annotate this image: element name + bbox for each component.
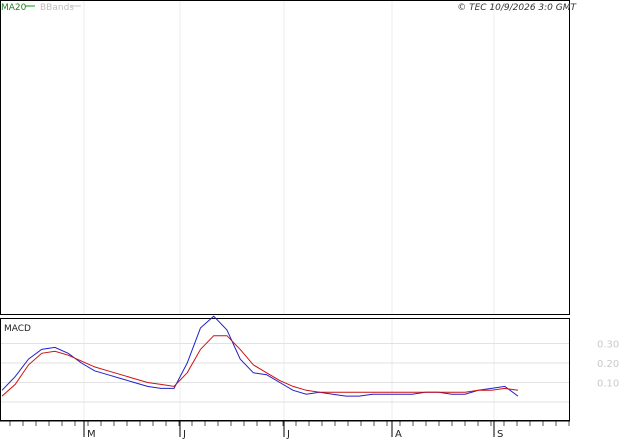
macd-tick-label: 0.20 — [597, 359, 619, 370]
legend-ma20-label: MA20 — [1, 3, 27, 13]
month-tick-label: M — [87, 429, 96, 440]
price-panel-frame — [0, 0, 570, 315]
month-tick-label: S — [497, 429, 503, 440]
month-tick-label: J — [182, 429, 186, 440]
macd-panel-title: MACD — [4, 324, 31, 334]
month-tick-label: A — [395, 429, 402, 440]
watermark-text: © TEC 10/9/2026 3:0 GMT — [457, 3, 577, 13]
month-tick-label: J — [286, 429, 290, 440]
macd-tick-label: 0.10 — [597, 379, 619, 390]
macd-panel-frame — [0, 318, 570, 421]
legend-bbands-label: BBands — [40, 3, 74, 13]
macd-tick-label: 0.30 — [597, 340, 619, 351]
chart-svg: 12241134 10501100115012001250MJJAS0.100.… — [0, 0, 619, 440]
